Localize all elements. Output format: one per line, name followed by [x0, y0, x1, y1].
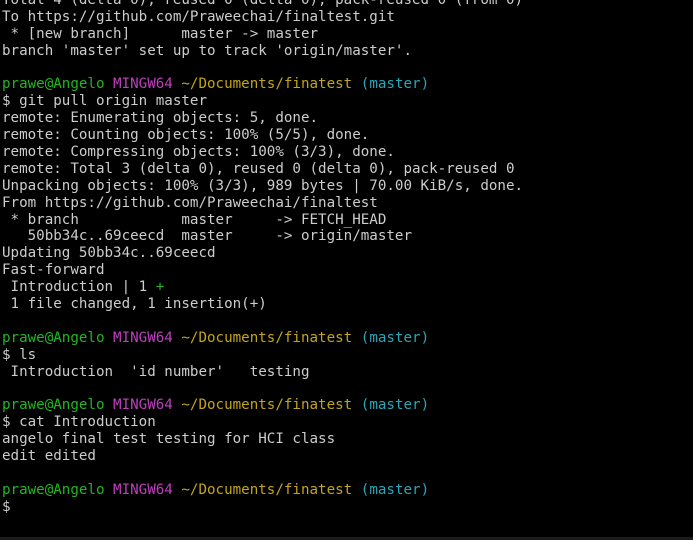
prompt-line: prawe@Angelo MINGW64 ~/Documents/finates… — [2, 330, 693, 347]
command-input-line[interactable]: $ — [2, 499, 693, 516]
output-line: To https://github.com/Praweechai/finalte… — [2, 8, 395, 25]
diffstat-line: Introduction | 1 + — [2, 279, 693, 296]
diffstat-file: Introduction | 1 — [2, 279, 156, 296]
output-line: branch 'master' set up to track 'origin/… — [2, 42, 412, 59]
prompt-symbol: $ — [2, 414, 20, 431]
prompt-symbol: $ — [2, 93, 20, 110]
prompt-symbol: $ — [2, 346, 20, 363]
command-text: cat Introduction — [19, 414, 156, 431]
summary-line: 1 file changed, 1 insertion(+) — [2, 296, 267, 313]
diffstat-plus: + — [155, 279, 165, 296]
prompt-path: ~/Documents/finatest — [181, 397, 353, 414]
output-line: angelo final test testing for HCI class — [2, 431, 336, 448]
output-line: * [new branch] master -> master — [2, 25, 319, 42]
prompt-host: MINGW64 — [113, 329, 173, 346]
terminal-window[interactable]: Total 4 (delta 0), reused 0 (delta 0), p… — [0, 0, 693, 540]
prompt-host: MINGW64 — [113, 76, 173, 93]
command-text: git pull origin master — [19, 93, 208, 110]
output-line: From https://github.com/Praweechai/final… — [2, 194, 378, 211]
prompt-branch: (master) — [360, 397, 430, 414]
output-line: remote: Counting objects: 100% (5/5), do… — [2, 127, 370, 144]
prompt-branch: (master) — [360, 329, 430, 346]
prompt-line: prawe@Angelo MINGW64 ~/Documents/finates… — [2, 482, 693, 499]
prompt-branch: (master) — [360, 481, 430, 498]
output-line: remote: Compressing objects: 100% (3/3),… — [2, 144, 395, 161]
command-line: $ cat Introduction — [2, 414, 693, 431]
output-line: remote: Enumerating objects: 5, done. — [2, 110, 319, 127]
prompt-line: prawe@Angelo MINGW64 ~/Documents/finates… — [2, 76, 693, 93]
prompt-user: prawe@Angelo — [2, 329, 105, 346]
output-line: edit edited — [2, 448, 96, 465]
prompt-symbol: $ — [2, 498, 20, 515]
prompt-host: MINGW64 — [113, 481, 173, 498]
output-line: Fast-forward — [2, 262, 105, 279]
output-line: 50bb34c..69ceecd master -> origin/master — [2, 228, 412, 245]
prompt-host: MINGW64 — [113, 397, 173, 414]
output-line: Introduction 'id number' testing — [2, 363, 310, 380]
output-line: remote: Total 3 (delta 0), reused 0 (del… — [2, 160, 515, 177]
prompt-user: prawe@Angelo — [2, 76, 105, 93]
prompt-user: prawe@Angelo — [2, 481, 105, 498]
command-text: ls — [19, 346, 37, 363]
output-line: Unpacking objects: 100% (3/3), 989 bytes… — [2, 177, 524, 194]
prompt-user: prawe@Angelo — [2, 397, 105, 414]
command-line: $ git pull origin master — [2, 93, 693, 110]
output-line: * branch master -> FETCH_HEAD — [2, 211, 387, 228]
command-line: $ ls — [2, 347, 693, 364]
prompt-path: ~/Documents/finatest — [181, 329, 353, 346]
output-line: Updating 50bb34c..69ceecd — [2, 245, 216, 262]
prompt-line: prawe@Angelo MINGW64 ~/Documents/finates… — [2, 397, 693, 414]
prompt-path: ~/Documents/finatest — [181, 76, 353, 93]
prompt-branch: (master) — [360, 76, 430, 93]
prompt-path: ~/Documents/finatest — [181, 481, 353, 498]
output-line: Total 4 (delta 0), reused 0 (delta 0), p… — [2, 0, 524, 8]
